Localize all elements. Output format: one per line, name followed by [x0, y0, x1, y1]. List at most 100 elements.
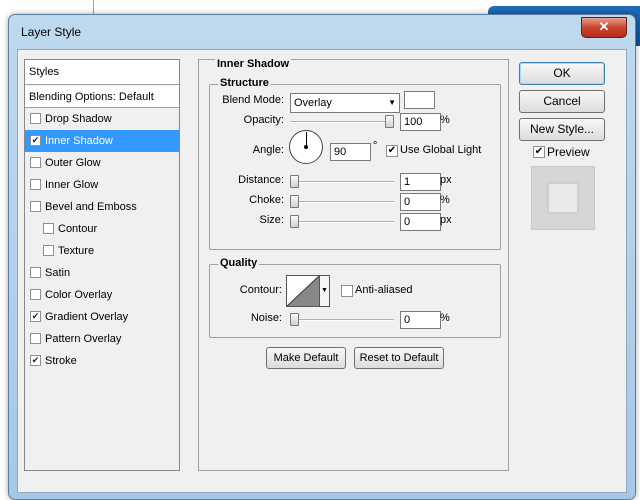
style-item-label: Bevel and Emboss — [45, 201, 137, 213]
style-item-stroke[interactable]: ✔ Stroke — [25, 350, 179, 372]
distance-label: Distance: — [238, 174, 284, 186]
checkbox-icon[interactable] — [30, 289, 41, 300]
cancel-button[interactable]: Cancel — [519, 90, 605, 113]
close-button[interactable]: ✕ — [581, 17, 627, 38]
checkbox-icon[interactable] — [30, 113, 41, 124]
checkbox-icon[interactable]: ✔ — [30, 355, 41, 366]
style-preview-thumbnail — [531, 166, 595, 230]
blending-options-item[interactable]: Blending Options: Default — [25, 86, 179, 108]
choke-unit: % — [440, 194, 450, 206]
new-style-button[interactable]: New Style... — [519, 118, 605, 141]
checkbox-icon[interactable]: ✔ — [30, 311, 41, 322]
choke-slider[interactable] — [290, 195, 394, 208]
style-items-container: Drop Shadow ✔ Inner Shadow Outer Glow Inner … — [25, 108, 179, 372]
contour-curve-icon — [287, 276, 319, 306]
style-item-label: Color Overlay — [45, 289, 113, 301]
style-item-pattern-overlay[interactable]: Pattern Overlay — [25, 328, 179, 350]
style-item-label: Texture — [58, 245, 95, 257]
checkbox-icon[interactable] — [43, 223, 54, 234]
checkbox-icon[interactable] — [30, 157, 41, 168]
title-bar[interactable]: Layer Style ✕ — [9, 15, 635, 49]
quality-legend: Quality — [218, 257, 260, 269]
style-item-inner-glow[interactable]: Inner Glow — [25, 174, 179, 196]
contour-label: Contour: — [239, 284, 282, 296]
angle-dial[interactable] — [289, 130, 323, 164]
opacity-slider-thumb[interactable] — [385, 115, 394, 128]
contour-dropdown[interactable]: ▼ — [319, 275, 330, 307]
style-item-outer-glow[interactable]: Outer Glow — [25, 152, 179, 174]
background-app-line — [93, 0, 94, 14]
make-default-button[interactable]: Make Default — [266, 347, 346, 369]
style-item-label: Inner Glow — [45, 179, 99, 191]
use-global-light-label: Use Global Light — [400, 144, 482, 156]
structure-legend: Structure — [218, 77, 271, 89]
style-item-bevel-and-emboss[interactable]: Bevel and Emboss — [25, 196, 179, 218]
anti-aliased-label: Anti-aliased — [355, 284, 413, 296]
size-slider-thumb[interactable] — [290, 215, 299, 228]
preview-label: Preview — [547, 145, 590, 159]
ok-button[interactable]: OK — [519, 62, 605, 85]
style-item-satin[interactable]: Satin — [25, 262, 179, 284]
window-title: Layer Style — [21, 25, 82, 39]
chevron-down-icon: ▼ — [388, 98, 396, 107]
contour-preview[interactable] — [286, 275, 320, 307]
style-item-color-overlay[interactable]: Color Overlay — [25, 284, 179, 306]
structure-group: Structure Blend Mode: Overlay ▼ Opacity:… — [209, 77, 501, 250]
opacity-slider[interactable] — [290, 115, 394, 128]
opacity-unit: % — [440, 114, 450, 126]
style-item-gradient-overlay[interactable]: ✔ Gradient Overlay — [25, 306, 179, 328]
styles-header[interactable]: Styles — [25, 60, 179, 85]
noise-label: Noise: — [250, 312, 282, 324]
distance-slider[interactable] — [290, 175, 394, 188]
checkbox-icon[interactable] — [30, 267, 41, 278]
style-item-texture[interactable]: Texture — [25, 240, 179, 262]
checkbox-icon[interactable] — [30, 179, 41, 190]
chevron-down-icon: ▼ — [321, 287, 328, 294]
style-item-label: Inner Shadow — [45, 135, 113, 147]
panel-title: Inner Shadow — [215, 58, 292, 70]
angle-input[interactable]: 90 — [330, 143, 371, 161]
style-item-inner-shadow[interactable]: ✔ Inner Shadow — [25, 130, 179, 152]
checkbox-icon[interactable] — [30, 201, 41, 212]
layer-style-dialog: Layer Style ✕ Styles Blending Options: D… — [8, 14, 636, 500]
noise-slider-thumb[interactable] — [290, 313, 299, 326]
style-item-label: Gradient Overlay — [45, 311, 129, 323]
checkbox-icon[interactable] — [30, 333, 41, 344]
noise-input[interactable]: 0 — [400, 311, 441, 329]
size-unit: px — [440, 214, 452, 226]
size-label: Size: — [259, 214, 284, 226]
dialog-client-area: Styles Blending Options: Default Drop Sh… — [17, 49, 627, 493]
style-item-label: Pattern Overlay — [45, 333, 122, 345]
close-icon: ✕ — [598, 19, 610, 34]
checkbox-icon[interactable] — [43, 245, 54, 256]
opacity-input[interactable]: 100 — [400, 113, 441, 131]
style-preview-swatch — [548, 183, 578, 213]
noise-unit: % — [440, 312, 450, 324]
angle-dial-center — [304, 145, 308, 149]
style-item-label: Stroke — [45, 355, 77, 367]
reset-to-default-button[interactable]: Reset to Default — [354, 347, 444, 369]
quality-group: Quality Contour: ▼ Anti-aliased Noise: 0… — [209, 257, 501, 338]
size-slider[interactable] — [290, 215, 394, 228]
style-item-drop-shadow[interactable]: Drop Shadow — [25, 108, 179, 130]
choke-label: Choke: — [249, 194, 284, 206]
distance-slider-thumb[interactable] — [290, 175, 299, 188]
distance-unit: px — [440, 174, 452, 186]
checkbox-icon: ✔ — [533, 146, 545, 158]
choke-input[interactable]: 0 — [400, 193, 441, 211]
choke-slider-thumb[interactable] — [290, 195, 299, 208]
style-item-contour[interactable]: Contour — [25, 218, 179, 240]
checkbox-icon: ✔ — [386, 145, 398, 157]
angle-label: Angle: — [252, 144, 284, 156]
blend-mode-select[interactable]: Overlay ▼ — [290, 93, 400, 113]
distance-input[interactable]: 1 — [400, 173, 441, 191]
size-input[interactable]: 0 — [400, 213, 441, 231]
noise-slider[interactable] — [290, 313, 394, 326]
angle-unit: ° — [373, 140, 378, 152]
style-item-label: Contour — [58, 223, 98, 235]
styles-list: Styles Blending Options: Default Drop Sh… — [24, 59, 180, 471]
inner-shadow-panel: Inner Shadow Structure Blend Mode: Overl… — [198, 58, 509, 471]
checkbox-icon[interactable]: ✔ — [30, 135, 41, 146]
shadow-color-swatch[interactable] — [404, 91, 435, 109]
style-item-label: Satin — [45, 267, 71, 279]
